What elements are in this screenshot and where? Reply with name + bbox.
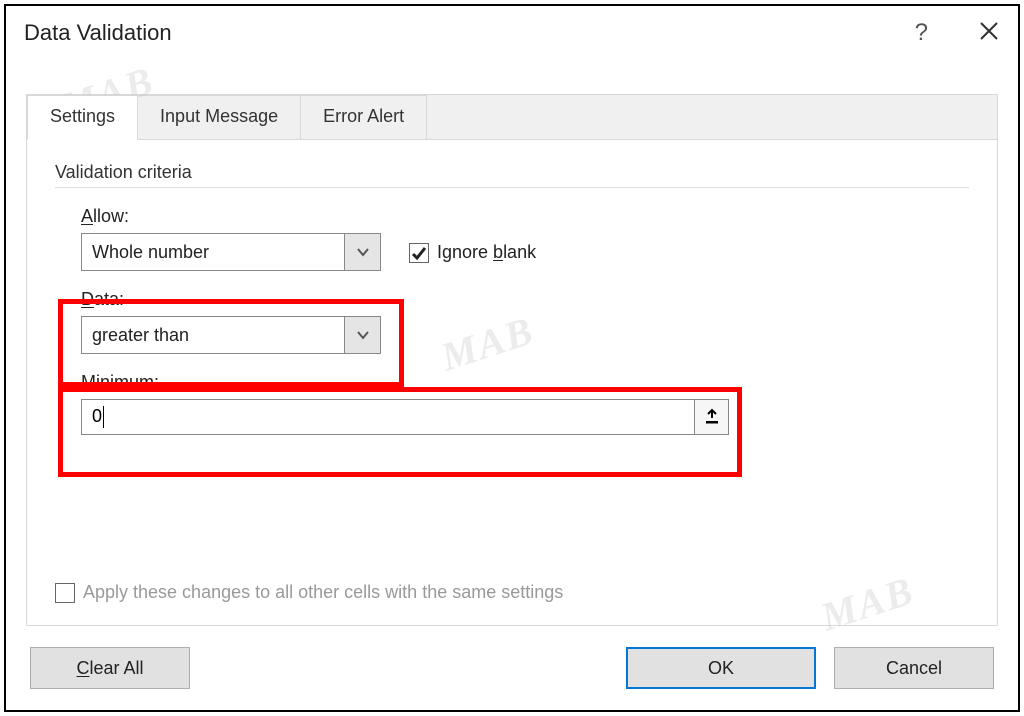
ignore-blank-checkbox[interactable]	[409, 243, 429, 263]
apply-same-checkbox[interactable]	[55, 583, 75, 603]
allow-combo[interactable]: Whole number	[81, 233, 381, 271]
dialog-body: Settings Input Message Error Alert Valid…	[26, 94, 998, 626]
allow-value: Whole number	[82, 242, 344, 263]
titlebar: Data Validation ?	[6, 6, 1018, 60]
data-label: Data:	[81, 289, 969, 310]
ok-button[interactable]: OK	[626, 647, 816, 689]
chevron-down-icon[interactable]	[344, 234, 380, 270]
ignore-blank-label: Ignore blank	[437, 242, 536, 263]
minimum-input[interactable]: 0	[82, 406, 694, 428]
divider	[55, 187, 969, 188]
clear-all-button[interactable]: Clear All	[30, 647, 190, 689]
button-bar: Clear All OK Cancel	[6, 626, 1018, 710]
chevron-down-icon[interactable]	[344, 317, 380, 353]
allow-label: Allow:	[81, 206, 381, 227]
data-value: greater than	[82, 325, 344, 346]
minimum-input-row: 0	[81, 399, 729, 435]
apply-same-label: Apply these changes to all other cells w…	[83, 582, 563, 603]
range-picker-icon[interactable]	[694, 400, 728, 434]
dialog-title: Data Validation	[24, 20, 172, 46]
settings-panel: Validation criteria Allow: Whole number	[27, 139, 997, 625]
data-combo[interactable]: greater than	[81, 316, 381, 354]
close-icon[interactable]	[978, 20, 1000, 47]
minimum-label: Minimum:	[81, 372, 969, 393]
help-icon[interactable]: ?	[915, 19, 928, 47]
group-validation-criteria: Validation criteria	[55, 162, 969, 183]
dialog-window: Data Validation ? Settings Input Message…	[4, 4, 1020, 712]
cancel-button[interactable]: Cancel	[834, 647, 994, 689]
tab-strip: Settings Input Message Error Alert	[27, 95, 997, 140]
tab-input-message[interactable]: Input Message	[138, 95, 301, 140]
tab-settings[interactable]: Settings	[27, 95, 138, 140]
tab-error-alert[interactable]: Error Alert	[301, 95, 427, 140]
